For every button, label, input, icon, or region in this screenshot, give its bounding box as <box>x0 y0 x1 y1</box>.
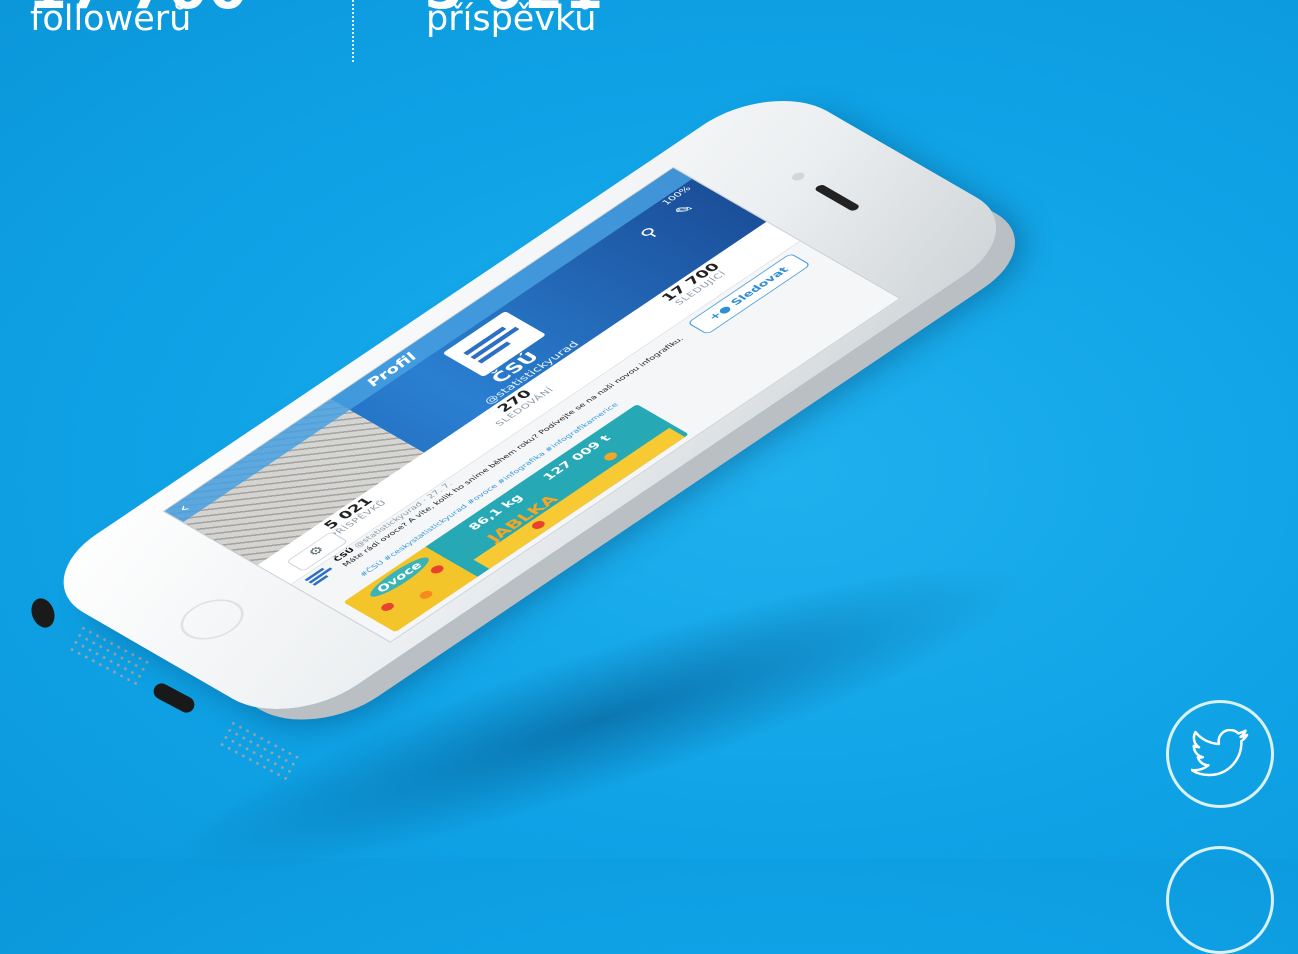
fruit-graphic <box>601 450 620 463</box>
fruit-graphic <box>428 563 447 576</box>
social-link[interactable] <box>1166 846 1274 954</box>
twitter-link[interactable] <box>1166 700 1274 808</box>
fruit-graphic <box>417 589 435 601</box>
phone: ‹ Profil 100% ⚲ ✎ ČSÚ @statistickyurad 5… <box>27 78 1033 732</box>
add-user-icon: +● <box>705 303 735 323</box>
phone-screen: ‹ Profil 100% ⚲ ✎ ČSÚ @statistickyurad 5… <box>162 166 901 643</box>
gear-icon: ⚙ <box>305 544 329 559</box>
chevron-left-icon[interactable]: ‹ <box>173 502 195 516</box>
fruit-graphic <box>378 601 397 613</box>
twitter-icon <box>1191 729 1249 777</box>
phone-stage: ‹ Profil 100% ⚲ ✎ ČSÚ @statistickyurad 5… <box>0 0 1298 859</box>
